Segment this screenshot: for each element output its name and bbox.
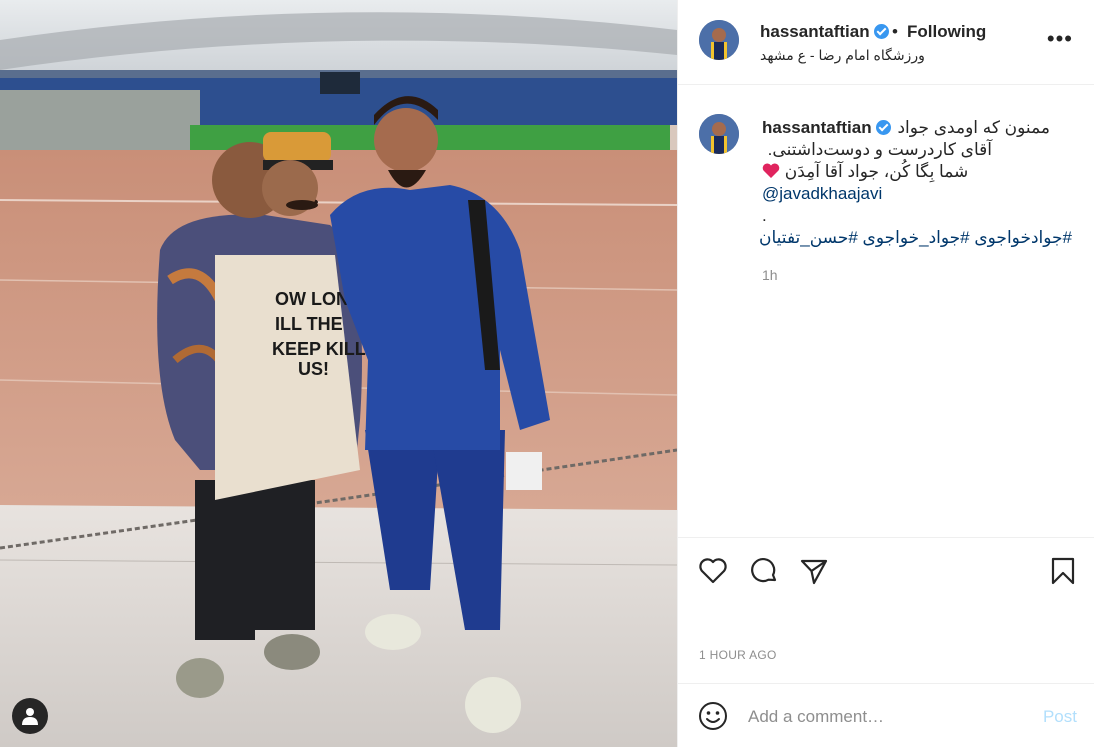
svg-text:OW LON: OW LON (275, 289, 349, 309)
comment-button[interactable] (747, 554, 781, 588)
save-button[interactable] (1046, 554, 1080, 588)
like-button[interactable] (696, 554, 730, 588)
verified-badge-icon (873, 24, 889, 39)
paper-plane-icon (800, 559, 828, 585)
caption-avatar[interactable] (699, 114, 739, 154)
comment-icon (751, 558, 777, 583)
tagged-user-button[interactable] (12, 698, 48, 734)
username[interactable]: hassantaftian (760, 22, 889, 42)
caption-line-1: ممنون که اومدی جواد (897, 118, 1050, 137)
user-icon (22, 708, 38, 725)
post-header: hassantaftian • Following ورزشگاه امام ر… (678, 0, 1094, 85)
svg-text:ILL THE: ILL THE (275, 314, 343, 334)
post-timestamp[interactable]: 1 HOUR AGO (699, 648, 777, 662)
bookmark-icon (1051, 557, 1075, 585)
caption: hassantaftian ممنون که اومدی جواد آقای ک… (678, 86, 1094, 536)
caption-username[interactable]: hassantaftian (762, 118, 891, 138)
share-button[interactable] (797, 554, 831, 588)
caption-line-2: آقای کاردرست و دوست‌داشتنی. (767, 140, 992, 159)
separator: • (892, 22, 898, 41)
hashtags-link[interactable]: #جوادخواجوی #جواد_خواجوی #حسن_تفتیان (759, 228, 1072, 248)
comment-input[interactable] (748, 704, 1018, 730)
more-options-icon[interactable]: ••• (1047, 28, 1073, 50)
caption-line-3: شما بِگا کُن، جواد آقا آمِدَن (762, 162, 992, 182)
emoji-picker-button[interactable] (697, 700, 729, 732)
heart-icon (699, 558, 727, 584)
stadium-photo: OW LON ILL THE KEEP KILLIN US! (0, 0, 677, 747)
post-photo[interactable]: OW LON ILL THE KEEP KILLIN US! (0, 0, 677, 747)
post-sidebar: hassantaftian • Following ورزشگاه امام ر… (677, 0, 1094, 747)
action-bar: 1 HOUR AGO (678, 537, 1094, 683)
avatar[interactable] (699, 20, 739, 60)
caption-dot: . (762, 206, 767, 225)
post-comment-button[interactable]: Post (1043, 707, 1077, 727)
comment-bar: Post (678, 683, 1094, 747)
location-link[interactable]: ورزشگاه امام رضا - ع مشهد (760, 47, 925, 64)
red-heart-icon (762, 163, 780, 178)
following-button[interactable]: Following (907, 22, 986, 42)
svg-text:US!: US! (298, 359, 329, 379)
mention-link[interactable]: @javadkhaajavi (762, 184, 882, 204)
smiley-icon (699, 702, 727, 730)
caption-time: 1h (762, 267, 778, 283)
